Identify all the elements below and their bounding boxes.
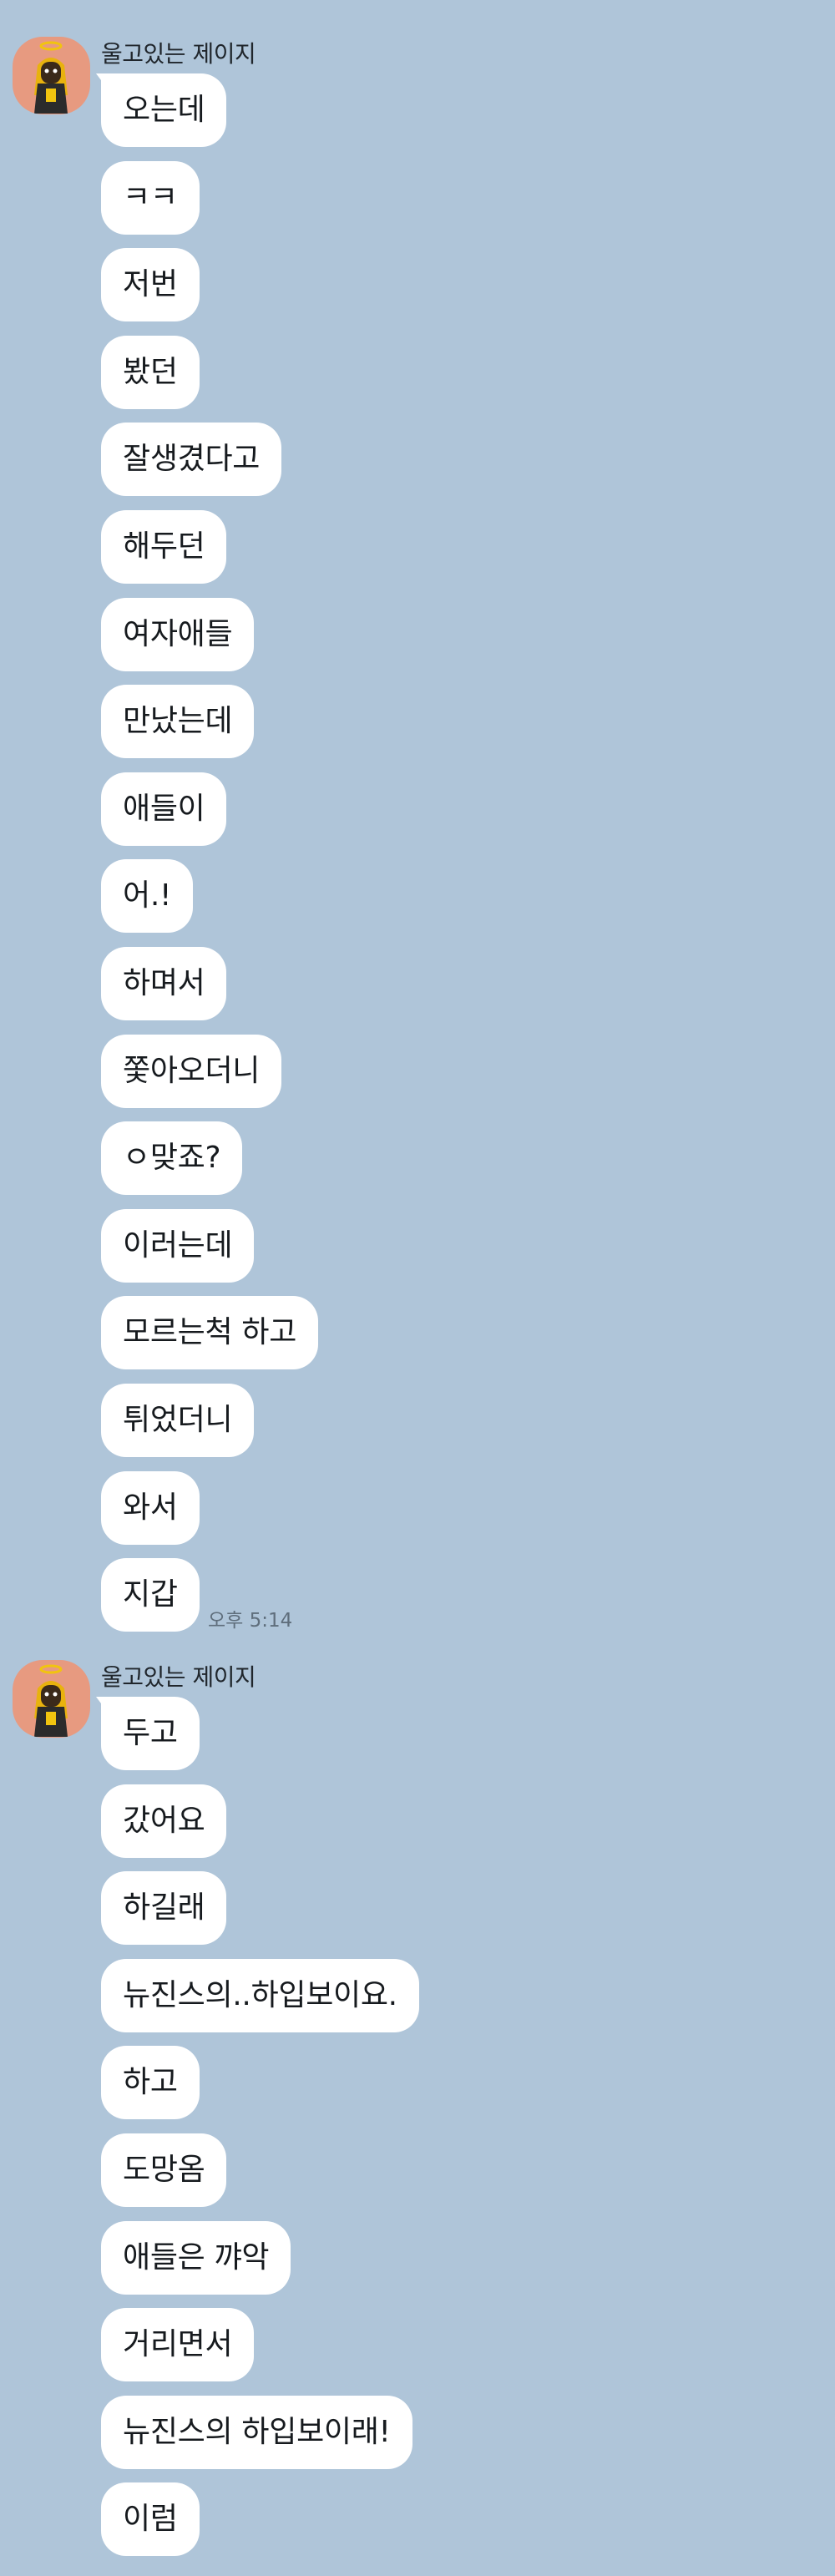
message-bubble[interactable]: 애들은 꺄악 xyxy=(101,2220,291,2295)
message-bubble[interactable]: 도망옴 xyxy=(101,2133,227,2207)
message-row: 봤던 xyxy=(101,335,811,423)
message-row: 어.! xyxy=(101,859,811,947)
message-row: 와서 xyxy=(101,1470,811,1559)
message-bubble[interactable]: 잘생겼다고 xyxy=(101,423,282,497)
message-bubble[interactable]: 이럼 xyxy=(101,2482,200,2557)
message-row: 만났는데 xyxy=(101,685,811,772)
message-row: ㅇ맞죠? xyxy=(101,1121,811,1209)
message-bubble[interactable]: 저번 xyxy=(101,248,200,322)
message-bubble[interactable]: 모르는척 하고 xyxy=(101,1296,319,1370)
message-row: 잘생겼다고 xyxy=(101,423,811,510)
message-row: 저번 xyxy=(101,248,811,336)
message-row: 거리면서 xyxy=(101,2308,811,2396)
message-timestamp: 오후 5:14 xyxy=(208,1610,293,1632)
message-bubble[interactable]: 어.! xyxy=(101,859,194,934)
message-bubble[interactable]: 거리면서 xyxy=(101,2308,255,2382)
avatar[interactable] xyxy=(13,37,90,114)
character-avatar-icon xyxy=(34,1664,68,1737)
message-bubble[interactable]: 이러는데 xyxy=(101,1208,255,1283)
message-row: 오는데 xyxy=(95,73,811,161)
message-row: 이러는데 xyxy=(101,1208,811,1297)
chat-room: 울고있는 제이지 오는데 ㅋㅋ 저번 봤던 잘생겼다고 해두던 여자애들 만났는… xyxy=(0,0,835,2576)
message-row: 도망옴 xyxy=(101,2133,811,2221)
message-row: 애들은 꺄악 xyxy=(101,2220,811,2309)
message-row: 갔어요 xyxy=(101,1784,811,1872)
message-row: 두고 xyxy=(96,1697,811,1784)
message-bubble[interactable]: 뉴진스의 하입보이래! xyxy=(101,2395,412,2469)
message-bubble[interactable]: 해두던 xyxy=(101,509,227,584)
message-row: 이럼 xyxy=(101,2482,811,2570)
message-bubble[interactable]: 오는데 xyxy=(95,73,227,147)
message-row: 하며서 xyxy=(101,946,811,1035)
message-bubble[interactable]: 하길래 xyxy=(101,1871,227,1946)
message-bubble[interactable]: 갔어요 xyxy=(101,1784,227,1858)
message-bubble[interactable]: 만났는데 xyxy=(101,685,255,759)
message-bubble[interactable]: 쫓아오더니 xyxy=(101,1034,282,1108)
message-bubble[interactable]: 애들이 xyxy=(101,772,227,846)
message-row: 하고 xyxy=(101,2046,811,2133)
message-bubble[interactable]: 봤던 xyxy=(101,335,200,409)
message-row: ㅋㅋ xyxy=(101,160,811,249)
message-row: 해두던 xyxy=(101,509,811,598)
avatar[interactable] xyxy=(13,1660,90,1738)
message-row: 뉴진스의 하입보이래! xyxy=(101,2395,811,2483)
message-bubble[interactable]: 지갑 xyxy=(101,1558,200,1632)
message-bubble[interactable]: 튀었더니 xyxy=(101,1383,255,1457)
character-avatar-icon xyxy=(34,41,68,114)
message-bubble[interactable]: ㅇ맞죠? xyxy=(101,1121,243,1196)
message-bubble[interactable]: 뉴진스의..하입보이요. xyxy=(101,1958,419,2032)
message-row: 뉴진스의..하입보이요. xyxy=(101,1958,811,2047)
sender-name: 울고있는 제이지 xyxy=(101,40,256,68)
message-row: 여자애들 xyxy=(101,597,811,686)
message-row: 튀었더니 xyxy=(101,1383,811,1471)
message-row: 모르는척 하고 xyxy=(101,1296,811,1384)
message-list: 오는데 ㅋㅋ 저번 봤던 잘생겼다고 해두던 여자애들 만났는데 애들이 어.!… xyxy=(95,73,811,1646)
message-row: 쫓아오더니 xyxy=(101,1034,811,1122)
message-row: 하길래 xyxy=(101,1871,811,1959)
message-bubble[interactable]: ㅋㅋ xyxy=(101,160,200,235)
message-row: 애들이 xyxy=(101,772,811,860)
message-bubble[interactable]: 여자애들 xyxy=(101,597,255,671)
message-row: 지갑 오후 5:14 xyxy=(101,1558,811,1646)
message-list: 두고 갔어요 하길래 뉴진스의..하입보이요. 하고 도망옴 애들은 꺄악 거리… xyxy=(96,1697,811,2570)
message-bubble[interactable]: 와서 xyxy=(101,1470,200,1545)
sender-name: 울고있는 제이지 xyxy=(101,1663,256,1691)
message-bubble[interactable]: 하고 xyxy=(101,2046,200,2120)
message-bubble[interactable]: 두고 xyxy=(96,1697,200,1770)
message-bubble[interactable]: 하며서 xyxy=(101,946,227,1020)
